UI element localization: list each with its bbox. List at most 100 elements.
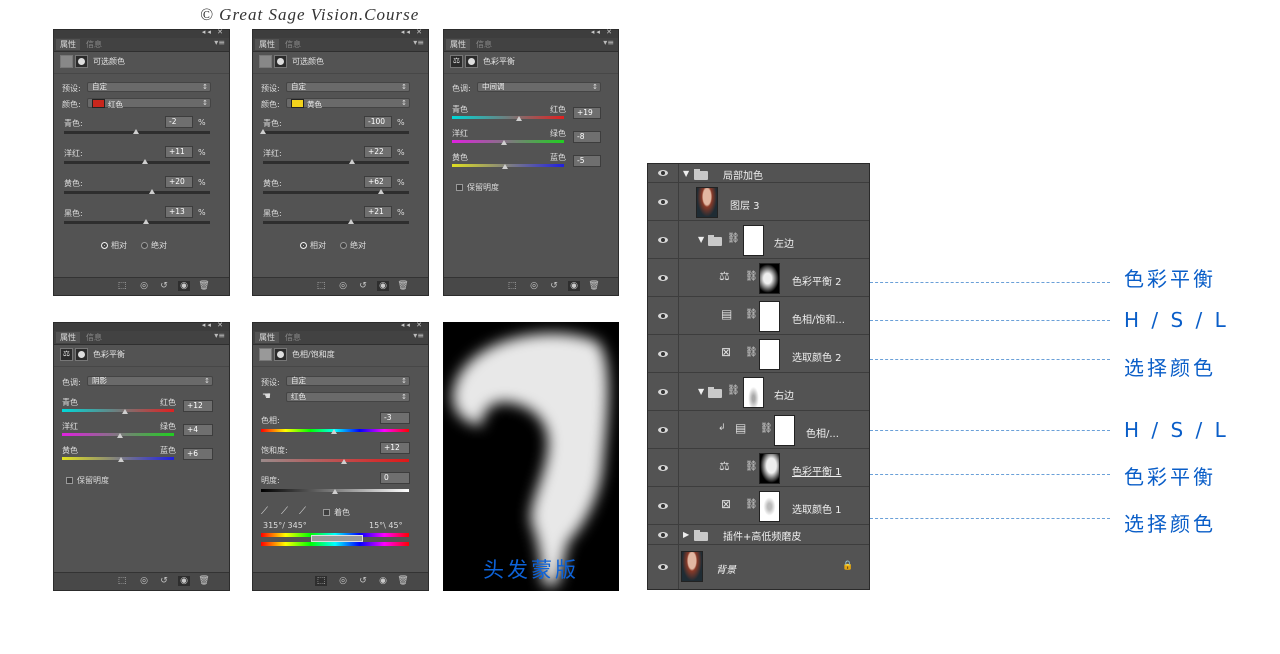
eye-icon[interactable] [648, 449, 679, 486]
visibility-icon[interactable]: ◉ [178, 281, 190, 291]
slider-thumb[interactable] [378, 189, 385, 194]
layer-row-group[interactable]: ▶ 插件+高低频磨皮 [648, 525, 869, 545]
eye-icon[interactable] [648, 525, 679, 544]
slider-value-field[interactable]: +22 [364, 146, 392, 158]
slider-thumb[interactable] [515, 116, 522, 121]
visibility-icon[interactable]: ◉ [377, 576, 389, 586]
slider-track[interactable] [263, 221, 409, 224]
tab-properties[interactable]: 属性 [56, 39, 80, 50]
targeted-adjustment-hand-icon[interactable]: ☚ [262, 391, 271, 402]
layer-row-background[interactable]: 背景 🔒 [648, 545, 869, 589]
mask-icon[interactable] [75, 348, 88, 361]
slider-thumb[interactable] [142, 159, 149, 164]
mask-icon[interactable] [274, 55, 287, 68]
slider-value-field[interactable]: +20 [165, 176, 193, 188]
slider-track[interactable] [263, 131, 409, 134]
reset-icon[interactable]: ↺ [548, 281, 560, 291]
cyan-red-track[interactable] [452, 116, 564, 119]
tone-dropdown[interactable]: 中间调 [477, 82, 601, 92]
slider-thumb[interactable] [500, 140, 507, 145]
slider-thumb[interactable] [148, 189, 155, 194]
reset-icon[interactable]: ↺ [158, 281, 170, 291]
tab-info[interactable]: 信息 [472, 39, 496, 50]
preset-dropdown[interactable]: 自定 [286, 376, 410, 386]
magenta-green-track[interactable] [452, 140, 564, 143]
tab-info[interactable]: 信息 [82, 332, 106, 343]
layer-row[interactable]: ⚖ ⛓ 色彩平衡 2 [648, 259, 869, 297]
preset-dropdown[interactable]: 自定 [87, 82, 211, 92]
eyedropper-plus-icon[interactable]: ⟋ [281, 506, 288, 517]
layer-row[interactable]: 图层 3 [648, 183, 869, 221]
layer-row[interactable]: ↲ ▤ ⛓ 色相/... [648, 411, 869, 449]
delete-icon[interactable]: 🗑 [198, 281, 210, 291]
radio-absolute[interactable]: 绝对 [141, 240, 167, 251]
visibility-icon[interactable]: ◉ [377, 281, 389, 291]
slider-track[interactable] [64, 191, 210, 194]
slider-thumb[interactable] [260, 129, 266, 134]
slider-value-field[interactable]: +11 [165, 146, 193, 158]
slider-value-field[interactable]: +62 [364, 176, 392, 188]
chain-link-icon[interactable]: ⛓ [760, 423, 773, 434]
reset-icon[interactable]: ↺ [357, 281, 369, 291]
tone-dropdown[interactable]: 阴影 [87, 376, 213, 386]
eye-icon[interactable] [648, 259, 679, 296]
slider-track[interactable] [263, 191, 409, 194]
radio-relative[interactable]: 相对 [101, 240, 127, 251]
layer-row-group[interactable]: ▼ ⛓ 左边 [648, 221, 869, 259]
eye-icon[interactable] [648, 221, 679, 258]
expand-triangle-icon[interactable]: ▼ [698, 235, 704, 244]
eye-icon[interactable] [648, 487, 679, 524]
slider-thumb[interactable] [121, 409, 128, 414]
slider-track[interactable] [64, 221, 210, 224]
slider-thumb[interactable] [349, 159, 356, 164]
view-previous-icon[interactable]: ◎ [528, 281, 540, 291]
slider-thumb[interactable] [143, 219, 150, 224]
lightness-thumb[interactable] [332, 489, 338, 494]
reset-icon[interactable]: ↺ [158, 576, 170, 586]
slider-track[interactable] [64, 161, 210, 164]
panel-collapse-icon[interactable]: ◂◂ ✕ [202, 28, 225, 36]
chain-link-icon[interactable]: ⛓ [745, 499, 758, 510]
mask-icon[interactable] [75, 55, 88, 68]
cyan-red-track[interactable] [62, 409, 174, 412]
collapse-triangle-icon[interactable]: ▶ [683, 530, 689, 539]
reset-icon[interactable]: ↺ [357, 576, 369, 586]
slider-value-field[interactable]: +13 [165, 206, 193, 218]
radio-absolute[interactable]: 绝对 [340, 240, 366, 251]
lightness-value-field[interactable]: 0 [380, 472, 410, 484]
slider-thumb[interactable] [132, 129, 139, 134]
layer-row[interactable]: ⊠ ⛓ 选取颜色 1 [648, 487, 869, 525]
clip-to-layer-icon[interactable]: ⬚ [315, 281, 327, 291]
chain-link-icon[interactable]: ⛓ [745, 347, 758, 358]
expand-triangle-icon[interactable]: ▼ [683, 169, 689, 178]
slider-thumb[interactable] [502, 164, 509, 169]
tab-properties[interactable]: 属性 [255, 39, 279, 50]
layer-row[interactable]: ▤ ⛓ 色相/饱和... [648, 297, 869, 335]
tab-properties[interactable]: 属性 [446, 39, 470, 50]
view-previous-icon[interactable]: ◎ [138, 281, 150, 291]
chain-link-icon[interactable]: ⛓ [727, 233, 740, 244]
delete-icon[interactable]: 🗑 [588, 281, 600, 291]
tab-info[interactable]: 信息 [281, 332, 305, 343]
view-previous-icon[interactable]: ◎ [337, 281, 349, 291]
slider-value-field[interactable]: -2 [165, 116, 193, 128]
saturation-value-field[interactable]: +12 [380, 442, 410, 454]
saturation-track[interactable] [261, 459, 409, 462]
clip-to-layer-icon[interactable]: ⬚ [506, 281, 518, 291]
clip-to-layer-icon[interactable]: ⬚ [116, 576, 128, 586]
eye-icon[interactable] [648, 373, 679, 410]
slider-value-field[interactable]: +4 [183, 424, 213, 436]
tab-info[interactable]: 信息 [281, 39, 305, 50]
eye-icon[interactable] [648, 411, 679, 448]
panel-collapse-icon[interactable]: ◂◂ ✕ [401, 28, 424, 36]
layer-row[interactable]: ⚖ ⛓ 色彩平衡 1 [648, 449, 869, 487]
colors-dropdown[interactable]: 红色 [87, 98, 211, 109]
view-previous-icon[interactable]: ◎ [138, 576, 150, 586]
slider-thumb[interactable] [117, 433, 124, 438]
tab-info[interactable]: 信息 [82, 39, 106, 50]
delete-icon[interactable]: 🗑 [397, 576, 409, 586]
slider-value-field[interactable]: +6 [183, 448, 213, 460]
panel-menu-icon[interactable]: ▾≡ [214, 38, 225, 47]
clip-to-layer-icon[interactable]: ⬚ [315, 576, 327, 586]
view-previous-icon[interactable]: ◎ [337, 576, 349, 586]
